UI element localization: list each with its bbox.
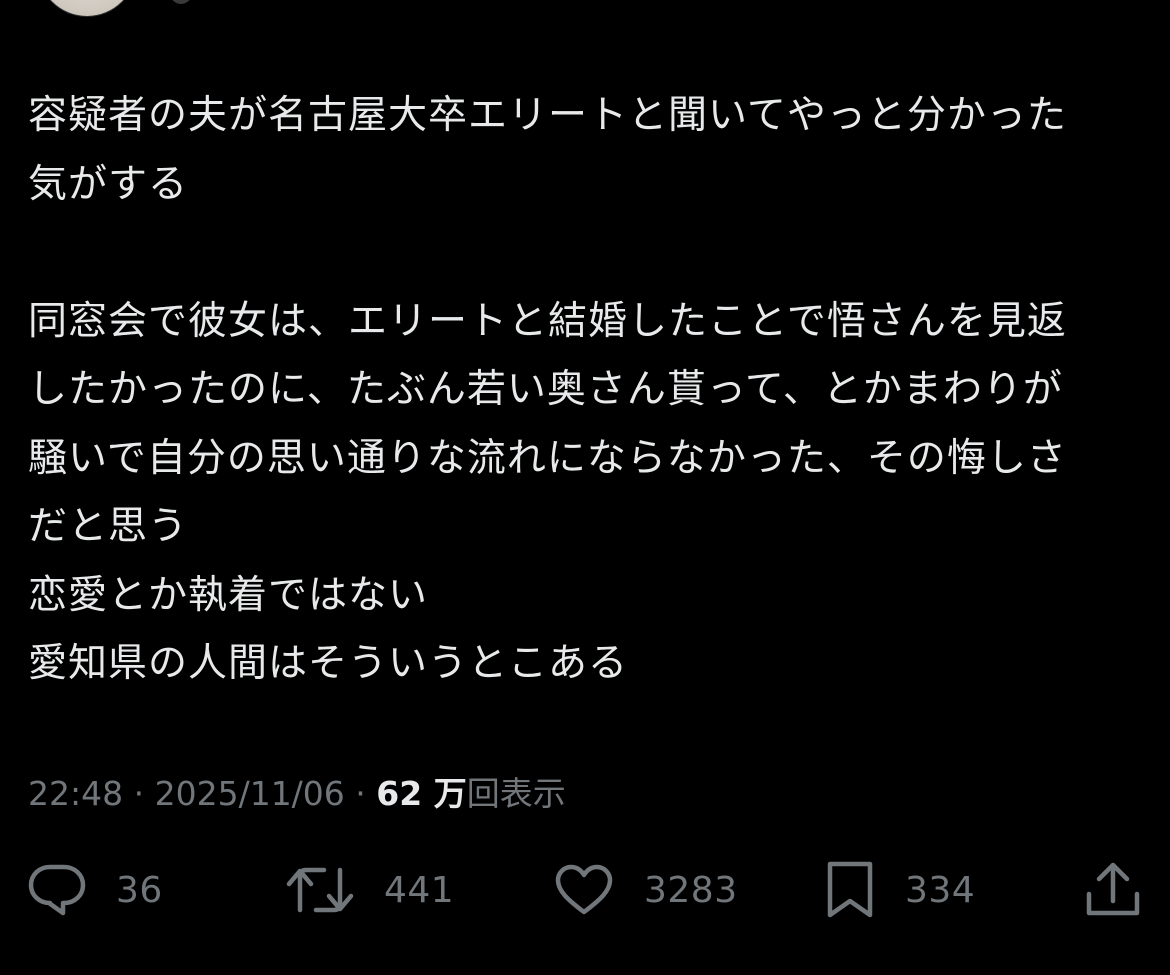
tweet-metadata: 22:48 · 2025/11/06 · 62 万回表示 (28, 772, 566, 816)
repost-arrows-icon (286, 867, 354, 913)
bookmark-count: 334 (905, 869, 976, 911)
share-upload-icon (1086, 862, 1140, 916)
views-label: 回表示 (466, 774, 566, 813)
tweet-text: 容疑者の夫が名古屋大卒エリートと聞いてやっと分かった 気がする 同窓会で彼女は、… (28, 82, 1138, 699)
views-count: 62 万 (376, 774, 467, 813)
tweet-line: 騒いで自分の思い通りな流れにならなかった、その悔しさ (28, 435, 1067, 481)
repost-count: 441 (384, 869, 455, 911)
tweet-line: 愛知県の人間はそういうとこある (28, 641, 629, 686)
like-count: 3283 (644, 869, 738, 911)
tweet-line: 容疑者の夫が名古屋大卒エリートと聞いてやっと分かった (28, 93, 1067, 138)
reply-button[interactable]: 36 (28, 860, 163, 920)
author-badge (170, 0, 192, 4)
tweet-line: 恋愛とか執着ではない (28, 572, 429, 618)
action-bar: 36 441 3283 334 (0, 860, 1170, 920)
bookmark-icon (827, 861, 873, 918)
reply-bubble-icon (28, 864, 86, 916)
meta-separator: · (123, 774, 155, 813)
meta-separator: · (344, 774, 377, 813)
share-button[interactable] (1084, 860, 1142, 920)
avatar[interactable] (38, 0, 136, 16)
tweet-time[interactable]: 22:48 (28, 774, 123, 813)
bookmark-button[interactable]: 334 (825, 860, 975, 920)
tweet-line: 同窓会で彼女は、エリートと結婚したことで悟さんを見返 (28, 298, 1067, 344)
tweet-line: したかったのに、たぶん若い奥さん貰って、とかまわりが (28, 367, 1063, 412)
tweet-line: だと思う (28, 504, 189, 549)
tweet-date[interactable]: 2025/11/06 (155, 774, 345, 813)
like-button[interactable]: 3283 (554, 860, 738, 920)
heart-icon (555, 864, 613, 915)
tweet-line: 気がする (28, 161, 189, 207)
reply-count: 36 (116, 869, 163, 911)
repost-button[interactable]: 441 (286, 860, 454, 920)
